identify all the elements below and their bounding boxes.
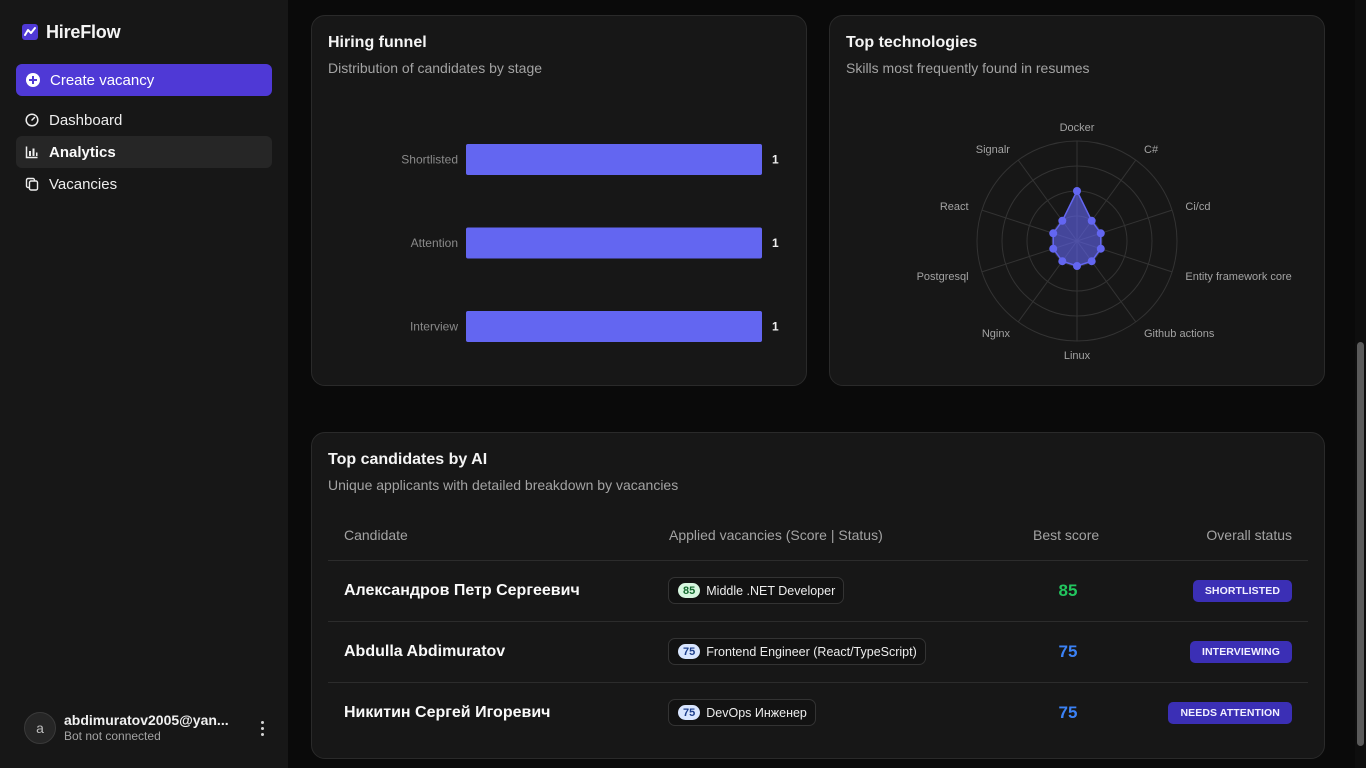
sidebar-item-label: Dashboard (49, 111, 123, 129)
hireflow-logo-icon (22, 24, 38, 40)
radar-point (1073, 262, 1081, 270)
column-best-score: Best score (1033, 527, 1100, 543)
status-badge: SHORTLISTED (1192, 580, 1292, 602)
table-row[interactable]: Александров Петр Сергеевич 85 Middle .NE… (328, 561, 1308, 622)
vacancy-title: DevOps Инженер (706, 705, 807, 720)
create-vacancy-label: Create vacancy (50, 71, 155, 89)
radar-axis-label: Github actions (1144, 328, 1215, 340)
sidebar-item-label: Vacancies (49, 175, 118, 193)
gauge-icon (25, 113, 39, 127)
top-technologies-card: Top technologies Skills most frequently … (829, 15, 1325, 386)
radar-axis-label: Ci/cd (1185, 201, 1210, 213)
candidate-name: Abdulla Abdimuratov (344, 643, 506, 660)
best-score: 85 (1058, 581, 1078, 600)
bot-status: Bot not connected (64, 729, 161, 743)
brand[interactable]: HireFlow (22, 20, 121, 44)
candidate-name: Никитин Сергей Игоревич (344, 704, 551, 721)
plus-circle-icon (26, 73, 40, 87)
candidate-name: Александров Петр Сергеевич (344, 582, 580, 599)
radar-axis-label: Docker (1060, 122, 1095, 134)
page-scrollbar[interactable] (1355, 0, 1366, 768)
column-applied-vacancies: Applied vacancies (Score | Status) (669, 527, 883, 543)
best-score: 75 (1058, 642, 1078, 661)
scrollbar-thumb[interactable] (1357, 342, 1364, 746)
sidebar-item-analytics[interactable]: Analytics (16, 136, 272, 168)
best-score: 75 (1058, 703, 1078, 722)
radar-axis-label: Postgresql (917, 271, 969, 283)
status-badge: INTERVIEWING (1189, 641, 1292, 663)
radar-axis-label: Nginx (982, 328, 1011, 340)
copy-icon (25, 177, 39, 191)
bar-category-label: Attention (411, 236, 458, 250)
table-row[interactable]: Abdulla Abdimuratov 75 Frontend Engineer… (328, 622, 1308, 683)
radar-point (1096, 244, 1105, 253)
user-email: abdimuratov2005@yan... (64, 712, 229, 728)
radar-axis-label: React (940, 201, 969, 213)
brand-name: HireFlow (46, 21, 121, 42)
radar-point (1096, 229, 1105, 238)
sidebar-item-vacancies[interactable]: Vacancies (16, 168, 272, 200)
bar-value-label: 1 (772, 153, 779, 167)
radar-series-area (1052, 189, 1102, 267)
vacancy-title: Middle .NET Developer (706, 583, 836, 598)
user-info: abdimuratov2005@yan... Bot not connected (64, 712, 240, 744)
user-profile[interactable]: a abdimuratov2005@yan... Bot not connect… (24, 712, 272, 744)
vacancy-title: Frontend Engineer (React/TypeScript) (706, 644, 917, 659)
card-title: Top candidates by AI (328, 451, 488, 468)
bar-category-label: Shortlisted (401, 153, 458, 167)
table-header: Candidate Applied vacancies (Score | Sta… (328, 517, 1308, 561)
hiring-funnel-chart: Shortlisted 1 Attention 1 Interview 1 (401, 144, 779, 342)
radar-point (1058, 257, 1067, 266)
radar-axis-label: Entity framework core (1185, 271, 1291, 283)
status-badge: NEEDS ATTENTION (1168, 702, 1292, 724)
vacancy-score: 75 (678, 705, 701, 720)
bar-chart-icon (25, 146, 38, 159)
top-candidates-card: Top candidates by AI Unique applicants w… (311, 432, 1325, 759)
more-vertical-icon[interactable] (254, 718, 270, 738)
funnel-bar (466, 311, 762, 342)
sidebar-item-dashboard[interactable]: Dashboard (16, 104, 272, 136)
radar-point (1087, 216, 1096, 225)
top-technologies-radar-chart: Docker C# Ci/cd Entity framework core Github… (917, 122, 1292, 362)
create-vacancy-button[interactable]: Create vacancy (16, 64, 272, 96)
radar-point (1087, 257, 1096, 266)
card-subtitle: Unique applicants with detailed breakdow… (328, 477, 679, 493)
bar-value-label: 1 (772, 236, 779, 250)
vacancy-chip[interactable]: 75 Frontend Engineer (React/TypeScript) (668, 638, 926, 665)
table-row[interactable]: Никитин Сергей Игоревич 75 DevOps Инжене… (328, 683, 1308, 744)
avatar: a (24, 712, 56, 744)
vacancy-score: 85 (678, 583, 701, 598)
column-candidate: Candidate (344, 527, 408, 543)
vacancy-chip[interactable]: 75 DevOps Инженер (668, 699, 816, 726)
funnel-bar (466, 144, 762, 175)
radar-point (1049, 244, 1058, 253)
radar-point (1073, 187, 1081, 195)
radar-point (1058, 216, 1067, 225)
sidebar-item-label: Analytics (49, 143, 116, 161)
radar-axis-label: Signalr (976, 144, 1011, 156)
radar-point (1049, 229, 1058, 238)
sidebar: HireFlow Create vacancy Dashboard Analyt… (0, 0, 288, 768)
column-overall-status: Overall status (1206, 527, 1292, 543)
vacancy-chip[interactable]: 85 Middle .NET Developer (668, 577, 845, 604)
funnel-bar (466, 227, 762, 259)
bar-category-label: Interview (410, 320, 458, 334)
sidebar-nav: Dashboard Analytics Vacancies (16, 104, 272, 200)
radar-axis-label: Linux (1064, 350, 1091, 362)
bar-value-label: 1 (772, 320, 779, 334)
radar-axis-label: C# (1144, 144, 1159, 156)
hiring-funnel-card: Hiring funnel Distribution of candidates… (311, 15, 807, 386)
vacancy-score: 75 (678, 644, 701, 659)
